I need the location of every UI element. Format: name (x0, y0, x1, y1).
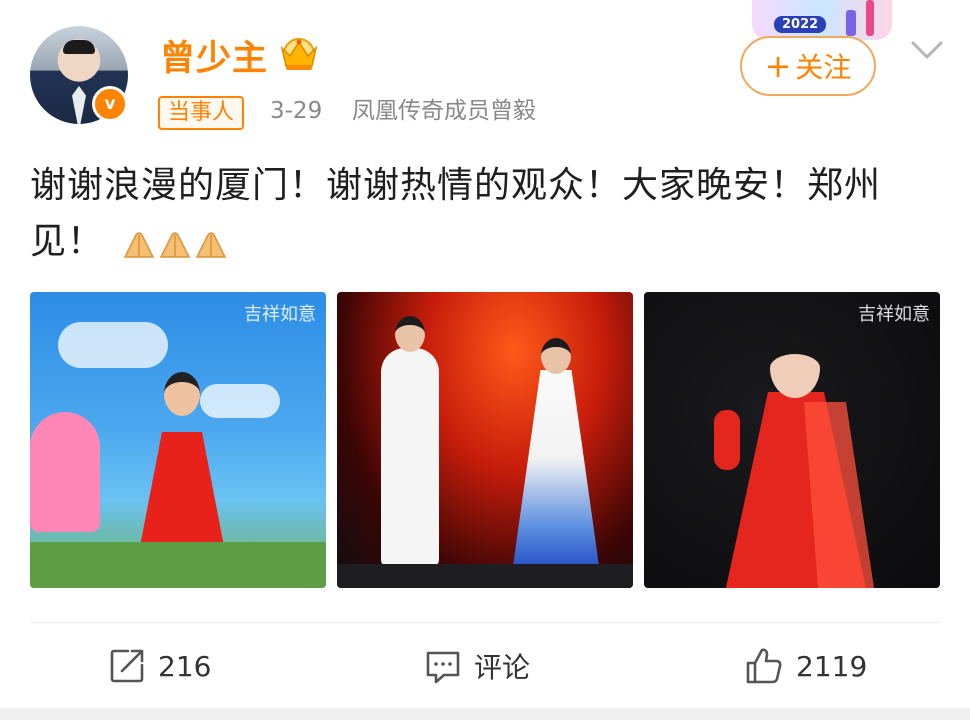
repost-icon (110, 649, 144, 683)
cloud-shape (200, 384, 280, 418)
repost-button[interactable]: 216 (108, 644, 211, 688)
divider (30, 622, 940, 623)
performer-head (770, 338, 820, 398)
follow-label: 关注 (795, 51, 852, 84)
tag-badge: 当事人 (158, 96, 245, 130)
post-photo-1[interactable]: 吉祥如意 (30, 292, 326, 588)
folded-hands-icon (124, 232, 155, 258)
thumbs-up-icon (746, 648, 782, 684)
performer-figure (513, 370, 599, 566)
performer-arm (714, 410, 740, 470)
folded-hands-icon (160, 232, 191, 258)
chevron-down-icon[interactable] (910, 38, 944, 62)
tower-decoration (866, 0, 874, 36)
crown-icon (280, 38, 318, 70)
stage-floor (337, 564, 633, 588)
comment-icon (426, 651, 460, 684)
post-photo-2[interactable] (337, 292, 633, 588)
performer-figure (30, 412, 100, 532)
repost-count: 216 (158, 649, 212, 683)
plus-icon: + (764, 47, 792, 85)
like-button[interactable]: 2119 (744, 644, 867, 688)
post-date: 3-29 (270, 98, 323, 124)
like-count: 2119 (796, 649, 868, 683)
avatar-shirt (72, 86, 86, 124)
post-photo-3[interactable]: 吉祥如意 (644, 292, 940, 588)
tower-decoration (846, 10, 856, 36)
folded-hands-icon (196, 232, 227, 258)
comment-button[interactable]: 评论 (424, 644, 530, 688)
post-text: 谢谢浪漫的厦门！谢谢热情的观众！大家晚安！郑州见！ (30, 158, 950, 271)
performer-head (395, 316, 425, 352)
avatar-hair (63, 40, 95, 54)
photo-watermark: 吉祥如意 (244, 304, 316, 325)
performer-head (541, 338, 571, 374)
comment-label: 评论 (474, 651, 531, 684)
bottom-bar (0, 708, 970, 720)
verified-icon: v (92, 86, 128, 122)
event-banner[interactable]: 2022 (752, 0, 892, 40)
photo-watermark: 吉祥如意 (858, 304, 930, 325)
author-name[interactable]: 曾少主 (160, 30, 268, 81)
verified-mark: v (104, 93, 116, 114)
event-banner-year: 2022 (774, 16, 827, 33)
performer-head (164, 372, 200, 416)
follow-button[interactable]: + 关注 (740, 36, 876, 96)
post-source: 凤凰传奇成员曾毅 (352, 98, 536, 124)
cloud-shape (58, 322, 168, 368)
performer-figure (381, 348, 439, 566)
emoji-row (122, 215, 230, 271)
ground (30, 542, 326, 588)
